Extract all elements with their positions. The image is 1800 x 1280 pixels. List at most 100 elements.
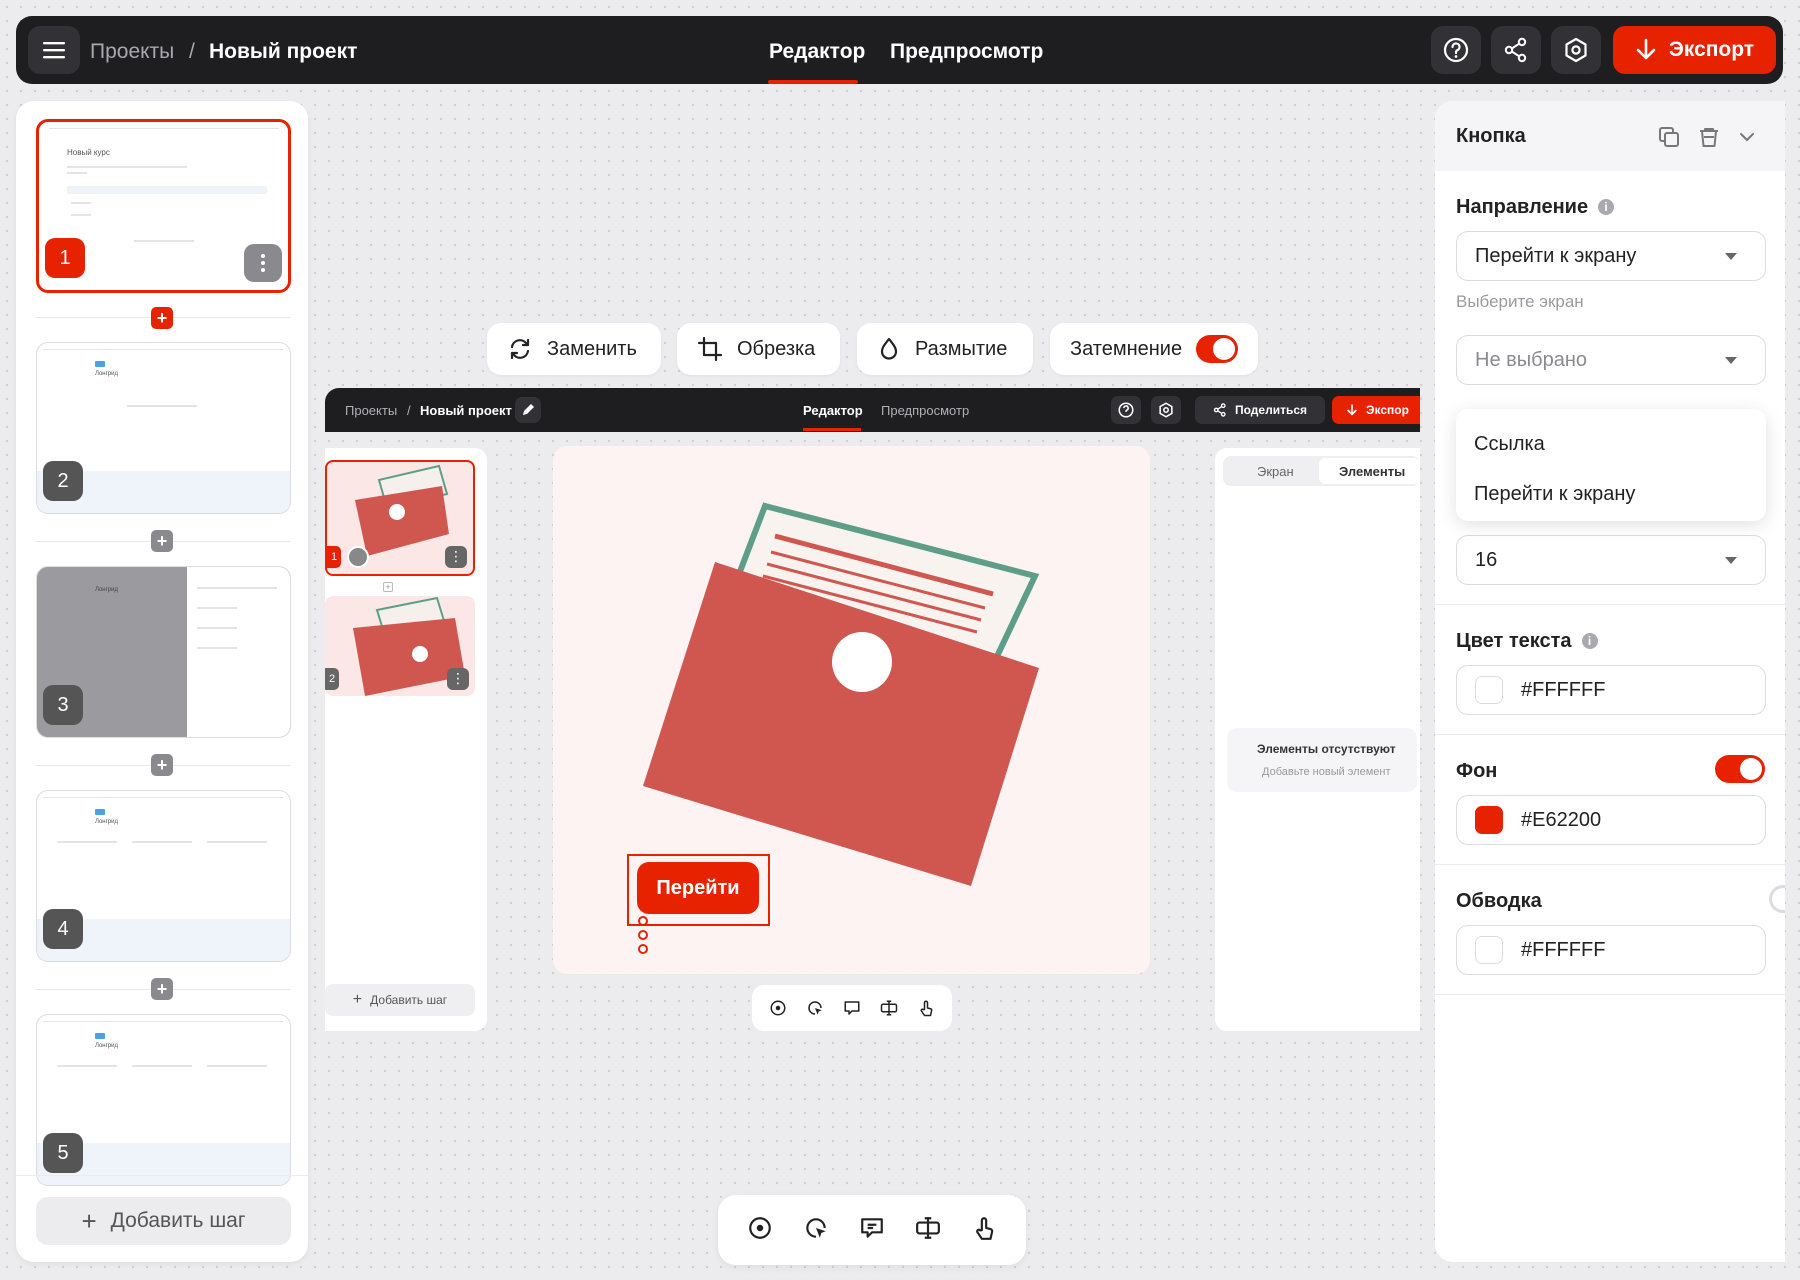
thumb-caption: Лонгрид	[95, 819, 118, 825]
preview-tab-screen: Экран	[1257, 464, 1294, 479]
step-thumbnail-3[interactable]: Лонгрид 3	[36, 566, 291, 738]
chevron-down-icon	[1725, 357, 1737, 364]
trash-icon[interactable]	[1697, 125, 1721, 149]
background-toggle[interactable]	[1715, 755, 1765, 783]
preview-tab-preview: Предпросмотр	[881, 403, 970, 418]
step-thumbnail-4[interactable]: Лонгрид 4	[36, 790, 291, 962]
tab-editor[interactable]: Редактор	[769, 40, 865, 64]
background-color-input[interactable]: #E62200	[1456, 795, 1766, 845]
add-input-button[interactable]	[915, 1215, 941, 1246]
chevron-down-icon[interactable]	[1737, 127, 1757, 147]
background-label: Фон	[1456, 760, 1498, 782]
copy-icon[interactable]	[1657, 125, 1681, 149]
add-step-between-button[interactable]: +	[151, 307, 173, 329]
settings-icon	[1565, 37, 1587, 63]
border-color-input[interactable]: #FFFFFF	[1456, 925, 1766, 975]
preview-screen-image: Перейти	[553, 446, 1150, 974]
tab-editor-indicator	[768, 80, 858, 84]
step-thumbnail-2[interactable]: Лонгрид 2	[36, 342, 291, 514]
dropdown-option-link[interactable]: Ссылка	[1474, 433, 1545, 456]
direction-label: Направление i	[1456, 196, 1615, 219]
preview-step-1: 1 ⋮	[325, 460, 475, 576]
text-color-swatch[interactable]	[1475, 676, 1503, 704]
preview-breadcrumb-projects: Проекты	[345, 403, 398, 418]
screen-select[interactable]: Не выбрано	[1456, 335, 1766, 385]
add-step-between-button[interactable]: +	[151, 754, 173, 776]
preview-edit-button	[515, 397, 541, 423]
add-step-between-button[interactable]: +	[151, 530, 173, 552]
preview-breadcrumb-separator: /	[407, 403, 411, 418]
preview-export-label: Экспор	[1366, 403, 1409, 417]
hotspot-icon	[749, 1216, 771, 1239]
add-tooltip-button[interactable]	[859, 1215, 885, 1246]
blur-label: Размытие	[915, 337, 1008, 360]
font-size-value: 16	[1475, 548, 1498, 571]
info-icon: i	[1598, 199, 1615, 215]
properties-panel: Кнопка Направление i Перейти к экрану Выб…	[1435, 101, 1785, 1262]
step-thumbnail-1[interactable]: Новый курс 1	[36, 119, 291, 293]
preview-tab-editor: Редактор	[803, 403, 863, 418]
breadcrumb-current: Новый проект	[209, 40, 358, 63]
crop-icon	[697, 336, 723, 362]
help-icon	[1443, 37, 1469, 63]
click-icon	[808, 1001, 822, 1015]
tooltip-icon	[844, 1001, 860, 1015]
preview-steps-panel: 1 ⋮ + 2 ⋮ + Добавить шаг	[325, 448, 487, 1031]
border-label: Обводка	[1456, 890, 1542, 912]
preview-settings-button	[1151, 396, 1181, 424]
font-size-select[interactable]: 16	[1456, 535, 1766, 585]
tab-preview[interactable]: Предпросмотр	[890, 40, 1043, 64]
menu-icon	[43, 42, 65, 59]
blur-image-button[interactable]: Размытие	[857, 323, 1033, 375]
element-toolbar	[718, 1195, 1026, 1265]
download-icon	[1636, 38, 1656, 60]
export-button[interactable]: Экспорт	[1613, 26, 1776, 74]
input-icon	[916, 1216, 940, 1239]
step-thumbnail-5[interactable]: Лонгрид 5	[36, 1014, 291, 1186]
chevron-down-icon	[1725, 557, 1737, 564]
replace-image-button[interactable]: Заменить	[487, 323, 661, 375]
add-step-between-button[interactable]: +	[151, 978, 173, 1000]
screen-label: Выберите экран	[1456, 292, 1584, 311]
click-icon	[806, 1217, 826, 1238]
crop-image-button[interactable]: Обрезка	[677, 323, 840, 375]
preview-elements-panel: Экран Элементы Элементы отсутствуют Доба…	[1215, 448, 1420, 1031]
step-number: 2	[43, 461, 83, 501]
share-button[interactable]	[1491, 26, 1541, 74]
blur-icon	[880, 337, 898, 360]
dim-toggle[interactable]	[1196, 335, 1238, 363]
replace-icon	[510, 338, 530, 360]
preview-element-toolbar	[752, 985, 952, 1031]
preview-top-bar: Проекты / Новый проект Редактор Предпрос…	[325, 388, 1420, 432]
help-icon	[1118, 402, 1134, 418]
add-hotspot-button[interactable]	[747, 1215, 773, 1246]
add-click-button[interactable]	[803, 1215, 829, 1246]
replace-label: Заменить	[547, 337, 637, 360]
menu-button[interactable]	[28, 26, 80, 74]
settings-icon	[1159, 402, 1173, 418]
direction-dropdown-menu: Ссылка Перейти к экрану	[1456, 409, 1766, 521]
text-color-input[interactable]: #FFFFFF	[1456, 665, 1766, 715]
background-color-swatch[interactable]	[1475, 806, 1503, 834]
help-button[interactable]	[1431, 26, 1481, 74]
dropdown-option-go-to-screen[interactable]: Перейти к экрану	[1474, 483, 1635, 506]
add-step-button[interactable]: + Добавить шаг	[36, 1197, 291, 1245]
dim-label: Затемнение	[1070, 337, 1183, 360]
add-drag-button[interactable]	[971, 1215, 997, 1246]
preview-breadcrumb-current: Новый проект	[420, 403, 512, 418]
background-color-value: #E62200	[1521, 808, 1602, 831]
preview-empty-title: Элементы отсутствуют	[1257, 742, 1396, 756]
cta-button[interactable]: Перейти	[637, 862, 759, 914]
text-color-label: Цвет текста i	[1456, 630, 1598, 653]
properties-title: Кнопка	[1456, 125, 1526, 147]
settings-button[interactable]	[1551, 26, 1601, 74]
breadcrumb-projects[interactable]: Проекты	[90, 40, 174, 64]
step-menu-button[interactable]	[244, 244, 282, 282]
border-toggle[interactable]	[1769, 885, 1785, 913]
edit-icon	[523, 404, 534, 415]
border-color-swatch[interactable]	[1475, 936, 1503, 964]
info-icon: i	[1581, 633, 1598, 649]
input-icon	[880, 1000, 898, 1016]
direction-select[interactable]: Перейти к экрану	[1456, 231, 1766, 281]
chevron-down-icon	[1725, 253, 1737, 260]
